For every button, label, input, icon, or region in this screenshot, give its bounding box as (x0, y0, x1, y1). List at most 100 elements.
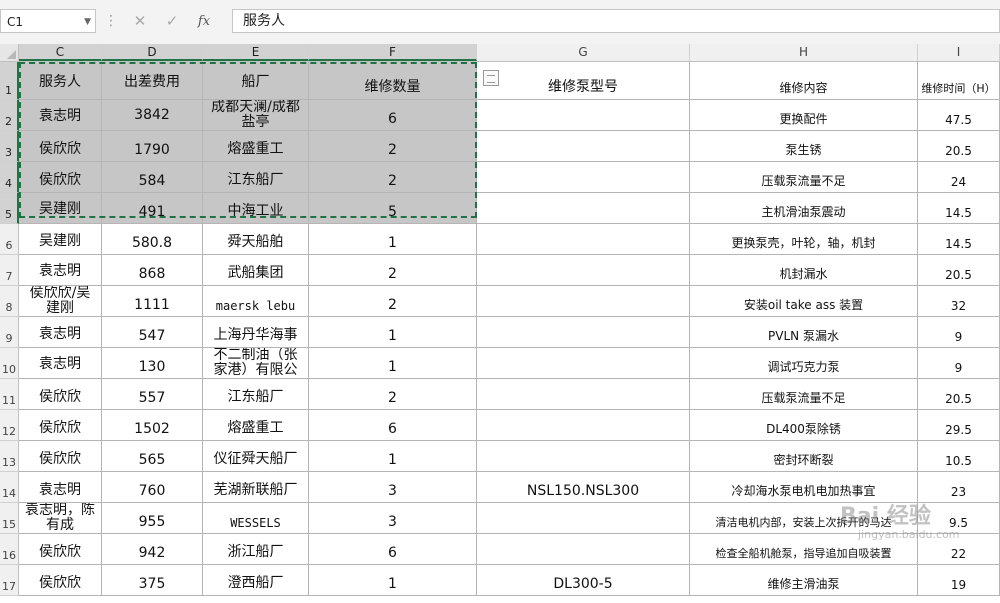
cell-h5[interactable]: 主机滑油泵震动 (690, 193, 918, 224)
row-header-15[interactable]: 15 (0, 503, 19, 534)
cell-i7[interactable]: 20.5 (918, 255, 1000, 286)
cell-i3[interactable]: 20.5 (918, 131, 1000, 162)
cell-g13[interactable] (477, 441, 690, 472)
cell-e5[interactable]: 中海工业 (203, 193, 309, 224)
cell-h12[interactable]: DL400泵除锈 (690, 410, 918, 441)
row-header-5[interactable]: 5 (0, 193, 19, 224)
row-header-8[interactable]: 8 (0, 286, 19, 317)
cell-g16[interactable] (477, 534, 690, 565)
cell-d5[interactable]: 491 (102, 193, 203, 224)
cell-d3[interactable]: 1790 (102, 131, 203, 162)
cell-d6[interactable]: 580.8 (102, 224, 203, 255)
cell-h6[interactable]: 更换泵壳，叶轮，轴，机封 (690, 224, 918, 255)
cell-c8[interactable]: 侯欣欣/吴 建刚 (19, 286, 102, 317)
cell-c12[interactable]: 侯欣欣 (19, 410, 102, 441)
cell-i11[interactable]: 20.5 (918, 379, 1000, 410)
cell-c15[interactable]: 袁志明，陈 有成 (19, 503, 102, 534)
cell-c9[interactable]: 袁志明 (19, 317, 102, 348)
cell-f4[interactable]: 2 (309, 162, 477, 193)
cell-g17[interactable]: DL300-5 (477, 565, 690, 596)
cell-d14[interactable]: 760 (102, 472, 203, 503)
column-header-g[interactable]: G (477, 44, 690, 61)
row-header-11[interactable]: 11 (0, 379, 19, 410)
row-header-2[interactable]: 2 (0, 100, 19, 131)
cell-i1[interactable]: 维修时间（H） (918, 62, 1000, 100)
cell-i17[interactable]: 19 (918, 565, 1000, 596)
column-header-h[interactable]: H (690, 44, 918, 61)
cell-e16[interactable]: 浙江船厂 (203, 534, 309, 565)
cell-h1[interactable]: 维修内容 (690, 62, 918, 100)
cell-d15[interactable]: 955 (102, 503, 203, 534)
cell-h8[interactable]: 安装oil take ass 装置 (690, 286, 918, 317)
cell-g14[interactable]: NSL150.NSL300 (477, 472, 690, 503)
cell-e3[interactable]: 熔盛重工 (203, 131, 309, 162)
name-box[interactable]: C1 ▼ (0, 9, 96, 33)
cell-d10[interactable]: 130 (102, 348, 203, 379)
cell-g2[interactable] (477, 100, 690, 131)
cell-d17[interactable]: 375 (102, 565, 203, 596)
cell-c4[interactable]: 侯欣欣 (19, 162, 102, 193)
cell-e11[interactable]: 江东船厂 (203, 379, 309, 410)
formula-input[interactable]: 服务人 (232, 9, 1000, 33)
cell-c6[interactable]: 吴建刚 (19, 224, 102, 255)
cancel-icon[interactable]: ✕ (124, 12, 156, 30)
cell-e9[interactable]: 上海丹华海事 (203, 317, 309, 348)
cell-i8[interactable]: 32 (918, 286, 1000, 317)
cell-g11[interactable] (477, 379, 690, 410)
cell-h4[interactable]: 压载泵流量不足 (690, 162, 918, 193)
column-header-e[interactable]: E (203, 44, 309, 61)
cell-e1[interactable]: 船厂 (203, 62, 309, 100)
paste-options-icon[interactable] (483, 70, 499, 86)
chevron-down-icon[interactable]: ▼ (84, 10, 91, 34)
cell-e17[interactable]: 澄西船厂 (203, 565, 309, 596)
cell-e4[interactable]: 江东船厂 (203, 162, 309, 193)
row-header-14[interactable]: 14 (0, 472, 19, 503)
row-header-1[interactable]: 1 (0, 62, 19, 100)
cell-c5[interactable]: 吴建刚 (19, 193, 102, 224)
column-header-i[interactable]: I (918, 44, 1000, 61)
cell-c17[interactable]: 侯欣欣 (19, 565, 102, 596)
cell-g5[interactable] (477, 193, 690, 224)
cell-f12[interactable]: 6 (309, 410, 477, 441)
cell-e6[interactable]: 舜天船舶 (203, 224, 309, 255)
row-header-3[interactable]: 3 (0, 131, 19, 162)
row-header-4[interactable]: 4 (0, 162, 19, 193)
row-header-16[interactable]: 16 (0, 534, 19, 565)
cell-h13[interactable]: 密封环断裂 (690, 441, 918, 472)
row-header-12[interactable]: 12 (0, 410, 19, 441)
cell-g7[interactable] (477, 255, 690, 286)
cell-h17[interactable]: 维修主滑油泵 (690, 565, 918, 596)
row-header-13[interactable]: 13 (0, 441, 19, 472)
cell-d12[interactable]: 1502 (102, 410, 203, 441)
cell-f1[interactable]: 维修数量 (309, 62, 477, 100)
cell-e10[interactable]: 不二制油（张 家港）有限公 (203, 348, 309, 379)
cell-c3[interactable]: 侯欣欣 (19, 131, 102, 162)
cell-i12[interactable]: 29.5 (918, 410, 1000, 441)
row-header-10[interactable]: 10 (0, 348, 19, 379)
insert-function-icon[interactable]: fx (188, 14, 220, 29)
cell-i5[interactable]: 14.5 (918, 193, 1000, 224)
cell-c1[interactable]: 服务人 (19, 62, 102, 100)
cell-f3[interactable]: 2 (309, 131, 477, 162)
cell-e14[interactable]: 芜湖新联船厂 (203, 472, 309, 503)
column-header-d[interactable]: D (102, 44, 203, 61)
column-header-f[interactable]: F (309, 44, 477, 61)
cell-h2[interactable]: 更换配件 (690, 100, 918, 131)
more-options-icon[interactable]: ⋮ (104, 12, 118, 30)
cell-f14[interactable]: 3 (309, 472, 477, 503)
cell-g6[interactable] (477, 224, 690, 255)
cell-i2[interactable]: 47.5 (918, 100, 1000, 131)
cell-f16[interactable]: 6 (309, 534, 477, 565)
enter-icon[interactable]: ✓ (156, 12, 188, 30)
cell-c13[interactable]: 侯欣欣 (19, 441, 102, 472)
cell-i13[interactable]: 10.5 (918, 441, 1000, 472)
cell-d9[interactable]: 547 (102, 317, 203, 348)
cell-f9[interactable]: 1 (309, 317, 477, 348)
cell-c10[interactable]: 袁志明 (19, 348, 102, 379)
cell-g10[interactable] (477, 348, 690, 379)
cell-i10[interactable]: 9 (918, 348, 1000, 379)
cell-i9[interactable]: 9 (918, 317, 1000, 348)
cell-d8[interactable]: 1111 (102, 286, 203, 317)
select-all-button[interactable] (0, 44, 19, 61)
cell-c2[interactable]: 袁志明 (19, 100, 102, 131)
